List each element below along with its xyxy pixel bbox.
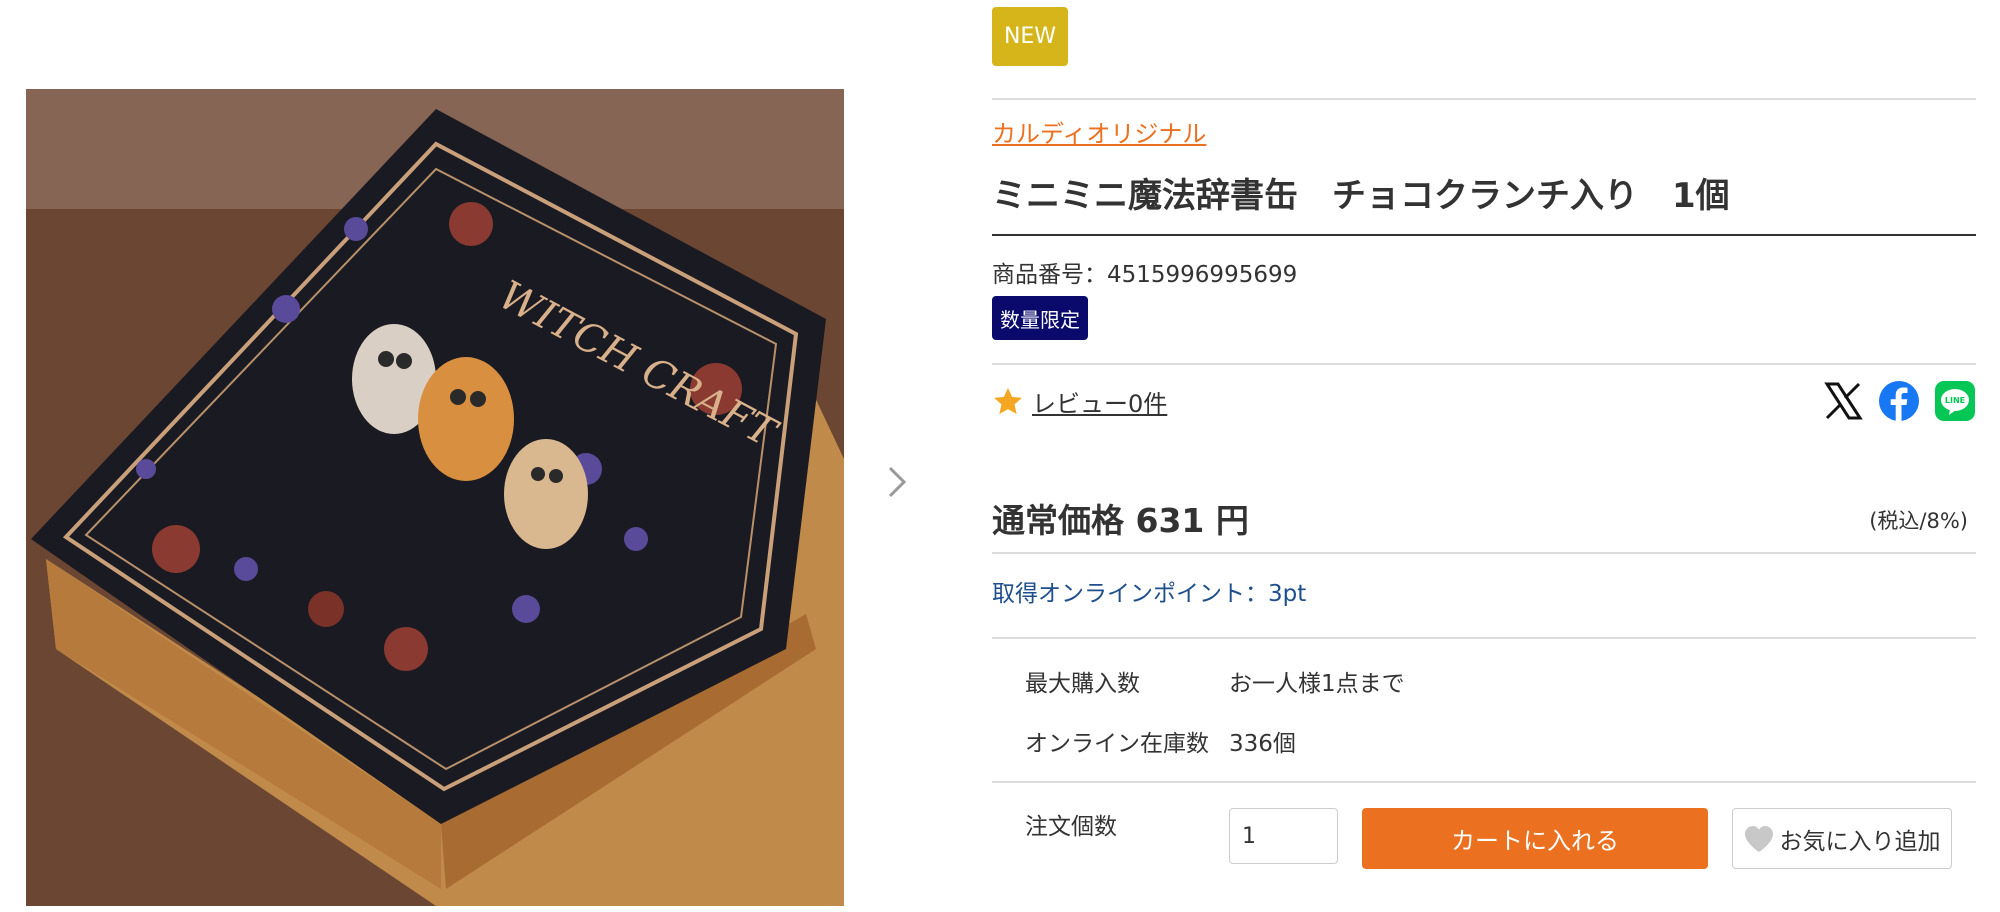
share-x-button[interactable] xyxy=(1822,380,1864,422)
product-image: WITCH CRAFT xyxy=(26,89,844,906)
review-link[interactable]: レビュー0件 xyxy=(1032,384,1167,419)
max-purchase-value: お一人様1点まで xyxy=(1229,671,1405,697)
product-title: ミニミニ魔法辞書缶 チョコクランチ入り 1個 xyxy=(992,176,1730,216)
svg-text:LINE: LINE xyxy=(1945,396,1965,405)
max-purchase-label: 最大購入数 xyxy=(1025,671,1140,697)
quantity-input[interactable] xyxy=(1229,808,1338,864)
price-unit: 円 xyxy=(1215,501,1249,540)
product-photo-illustration: WITCH CRAFT xyxy=(26,89,844,906)
divider xyxy=(992,637,1976,639)
x-icon xyxy=(1824,382,1863,420)
price-amount: 631 xyxy=(1135,501,1205,540)
sku-value: 4515996995699 xyxy=(1107,262,1298,288)
add-favorite-button[interactable]: お気に入り追加 xyxy=(1732,808,1952,869)
star-icon xyxy=(994,387,1022,414)
brand-link[interactable]: カルディオリジナル xyxy=(992,114,1206,149)
price-label: 通常価格 xyxy=(992,501,1124,540)
quantity-label: 注文個数 xyxy=(1025,814,1117,840)
sku-row: 商品番号：4515996995699 xyxy=(992,255,1297,289)
new-badge: NEW xyxy=(992,7,1068,66)
online-stock-value: 336個 xyxy=(1229,731,1296,757)
share-facebook-button[interactable] xyxy=(1878,380,1920,422)
review-summary: レビュー0件 xyxy=(992,384,1167,419)
sku-label: 商品番号： xyxy=(992,262,1107,288)
line-icon: LINE xyxy=(1935,381,1975,421)
tax-note: (税込/8%) xyxy=(1869,509,1968,533)
divider xyxy=(992,781,1976,783)
price: 通常価格 631 円 xyxy=(992,494,1249,542)
limited-badge: 数量限定 xyxy=(992,296,1088,340)
divider xyxy=(992,552,1976,554)
divider xyxy=(992,98,1976,100)
add-to-cart-button[interactable]: カートに入れる xyxy=(1362,808,1708,869)
share-buttons: LINE xyxy=(1822,380,1976,422)
product-info: NEW カルディオリジナル ミニミニ魔法辞書缶 チョコクランチ入り 1個 商品番… xyxy=(992,0,1976,912)
points-earned: 取得オンラインポイント：3pt xyxy=(992,581,1307,607)
share-line-button[interactable]: LINE xyxy=(1934,380,1976,422)
chevron-right-icon xyxy=(888,466,907,498)
online-stock-label: オンライン在庫数 xyxy=(1025,731,1209,757)
facebook-icon xyxy=(1879,381,1919,421)
divider xyxy=(992,363,1976,365)
heart-icon xyxy=(1744,825,1773,852)
next-image-arrow[interactable] xyxy=(880,462,914,502)
add-favorite-label: お気に入り追加 xyxy=(1779,828,1941,855)
title-divider xyxy=(992,234,1976,236)
